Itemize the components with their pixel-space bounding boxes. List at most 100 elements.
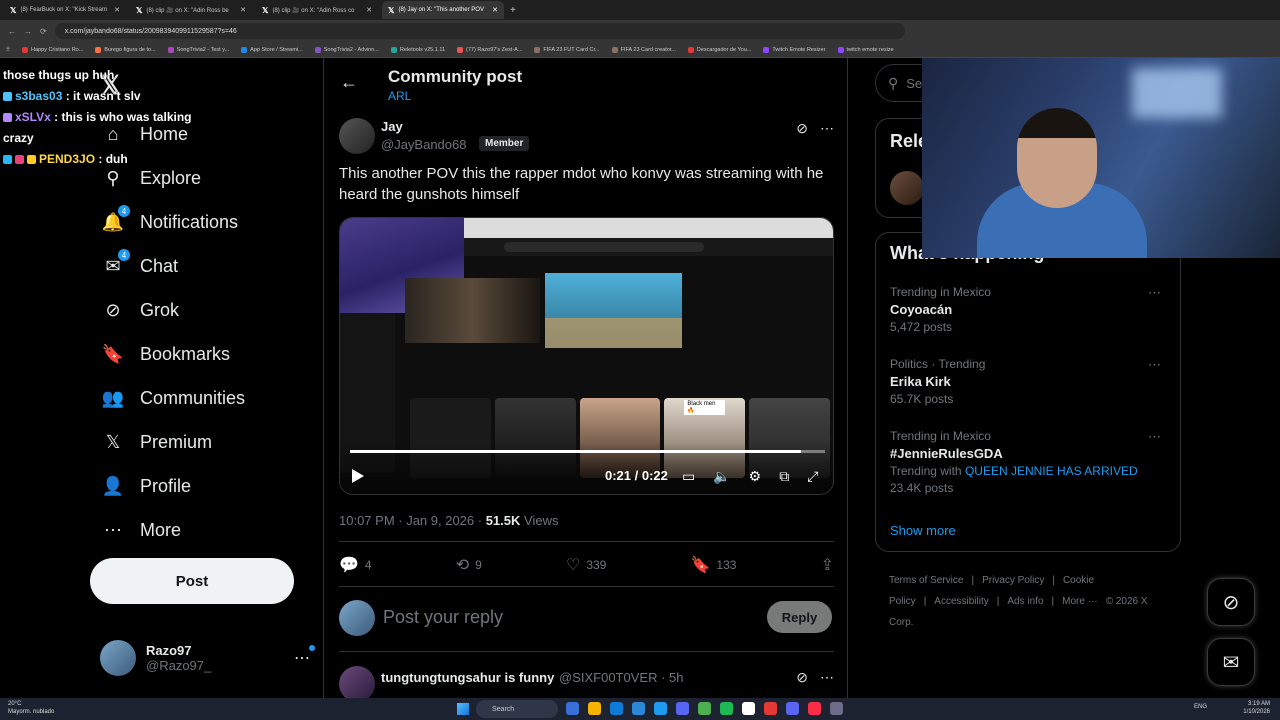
more-options-icon[interactable]: ⋯ [820,120,834,137]
grok-float-button[interactable]: ⊘ [1207,578,1255,626]
bookmark-item[interactable]: SongTrivia2 - Test y... [167,46,229,53]
share-button[interactable]: ⇪ [821,555,834,575]
nav-item-profile[interactable]: 👤 Profile [100,466,191,506]
video-progress-bar[interactable] [350,450,825,453]
nav-item-notifications[interactable]: 🔔 4 Notifications [100,202,238,242]
new-tab-icon[interactable]: + [510,5,516,16]
bookmark-item[interactable]: Happy Cristiano Ro... [22,46,83,53]
bookmark-item[interactable]: Twitch Emote Resizer [763,46,826,53]
close-icon[interactable]: ✕ [492,6,498,14]
bookmark-item[interactable]: Descargador de You... [687,46,751,53]
browser-tab[interactable]: 𝕏 (8) FearBuck on X: "Kick Stream ✕ [4,1,126,19]
nav-item-chat[interactable]: ✉ 4 Chat [100,246,178,286]
bookmark-item[interactable]: App Store / Streami... [241,46,303,53]
footer-link[interactable]: Ads info [1007,596,1043,607]
show-more-link[interactable]: Show more [890,523,956,538]
messages-float-button[interactable]: ✉ [1207,638,1255,686]
app-icon[interactable] [764,702,777,715]
trend-item[interactable]: Politics · Trending Erika Kirk 65.7K posts… [890,357,1170,406]
avatar[interactable] [339,118,375,154]
nav-item-communities[interactable]: 👥 Communities [100,378,245,418]
music-icon[interactable] [808,702,821,715]
folder-icon[interactable] [588,702,601,715]
language-indicator[interactable]: ENG [1194,704,1207,710]
spotify-icon[interactable] [720,702,733,715]
play-icon[interactable] [352,469,364,483]
store-icon[interactable] [632,702,645,715]
bookmark-item[interactable]: SongTrivia2 - Advinn... [314,46,379,53]
chat-message: those thugs up huh [3,68,115,82]
obs-icon[interactable] [742,702,755,715]
discord-icon[interactable] [676,702,689,715]
system-clock[interactable]: 3:19 AM 1/10/2026 [1243,700,1270,716]
fullscreen-icon[interactable]: ⤢ [807,468,818,485]
bookmark-button[interactable]: 🔖 133 [691,555,737,575]
app-icon[interactable] [830,702,843,715]
taskbar-search[interactable]: Search [476,700,558,718]
browser-tab[interactable]: 𝕏 (8) Jay on X: "This another POV ✕ [382,1,504,19]
author-name[interactable]: Jay [381,119,403,134]
community-link[interactable]: ARL [388,89,411,103]
avatar[interactable] [890,171,924,205]
bookmark-item[interactable]: twitch emote resize [837,46,894,53]
reload-icon[interactable]: ⟳ [40,27,47,36]
trend-item[interactable]: Trending in Mexico #JennieRulesGDA Trendin… [890,429,1170,495]
more-options-icon[interactable]: ⋯ [1148,285,1162,301]
mail-app-icon[interactable] [654,702,667,715]
reply-author-handle[interactable]: @SIXF00T0VER · 5h [559,670,683,685]
nav-item-grok[interactable]: ⊘ Grok [100,290,179,330]
app-icon[interactable] [786,702,799,715]
weather-widget[interactable]: 20°C Mayorm. nublado [8,700,54,716]
forward-nav-icon[interactable]: → [24,27,32,36]
settings-gear-icon[interactable]: ⚙ [749,468,762,485]
browser-tab[interactable]: 𝕏 (8) clip 🎥 on X: "Adin Ross co ✕ [256,1,378,19]
bookmark-item[interactable]: FIFA 23 Card creator... [611,46,676,53]
reply-input[interactable]: Post your reply [383,607,503,628]
windows-start-icon[interactable] [457,703,469,715]
chrome-icon[interactable] [698,702,711,715]
back-arrow-icon[interactable]: ← [340,72,358,93]
trend-link[interactable]: QUEEN JENNIE HAS ARRIVED [965,464,1138,478]
more-options-icon[interactable]: ⋯ [1148,429,1162,445]
nav-item-premium[interactable]: 𝕏 Premium [100,422,212,462]
bookmark-item[interactable]: Burego figura de to... [95,46,156,53]
back-nav-icon[interactable]: ← [8,27,16,36]
reply-author-name[interactable]: tungtungtungsahur is funny [381,670,554,685]
avatar[interactable] [339,666,375,702]
footer-link[interactable]: Privacy Policy [982,575,1044,586]
url-field[interactable]: x.com/jaybando68/status/2009839409911529… [54,23,905,39]
app-icon[interactable] [566,702,579,715]
grok-icon[interactable]: ⊘ [796,669,808,686]
trend-item[interactable]: Trending in Mexico Coyoacán 5,472 posts ⋯ [890,285,1170,334]
grok-icon[interactable]: ⊘ [796,120,808,137]
volume-icon[interactable]: 🔈 [713,468,730,485]
footer-link[interactable]: Terms of Service [889,575,963,586]
bookmark-item[interactable]: FIFA 23 FUT Card Cr... [534,46,600,53]
close-icon[interactable]: ✕ [240,6,246,14]
more-options-icon[interactable]: ⋯ [1148,357,1162,373]
browser-tab[interactable]: 𝕏 (8) clip 🎥 on X: "Adin Ross be ✕ [130,1,252,19]
close-icon[interactable]: ✕ [114,6,120,14]
nav-item-bookmarks[interactable]: 🔖 Bookmarks [100,334,230,374]
reply-post[interactable]: tungtungtungsahur is funny @SIXF00T0VER … [339,666,834,702]
like-button[interactable]: ♡ 339 [566,555,606,575]
author-handle[interactable]: @JayBando68 [381,137,466,152]
more-options-icon[interactable]: ⋯ [820,669,834,686]
bookmark-item[interactable]: (77) Razo97's Zest-A... [457,46,522,53]
more-dots-icon[interactable]: ⋯ [294,645,315,668]
footer-link[interactable]: Accessibility [934,596,988,607]
pip-icon[interactable]: ⧉ [779,468,789,485]
repost-button[interactable]: ⟲ 9 [456,555,482,575]
close-icon[interactable]: ✕ [366,6,372,14]
nav-item-more[interactable]: ⋯ More [100,510,181,550]
account-switcher[interactable]: Razo97 @Razo97_ ⋯ [100,636,315,680]
post-button[interactable]: Post [90,558,294,604]
edge-icon[interactable] [610,702,623,715]
apps-grid-icon[interactable]: ⠿ [6,47,10,53]
video-player[interactable]: Black men 🔥 0:21 / 0:22 ▭ 🔈 ⚙ ⧉ ⤢ [339,217,834,495]
reply-submit-button[interactable]: Reply [767,601,832,633]
bookmark-item[interactable]: Reletools v25.1.11 [390,46,445,53]
footer-link[interactable]: More ··· [1062,596,1098,607]
captions-icon[interactable]: ▭ [682,468,695,485]
reply-button[interactable]: 💬 4 [339,555,372,575]
